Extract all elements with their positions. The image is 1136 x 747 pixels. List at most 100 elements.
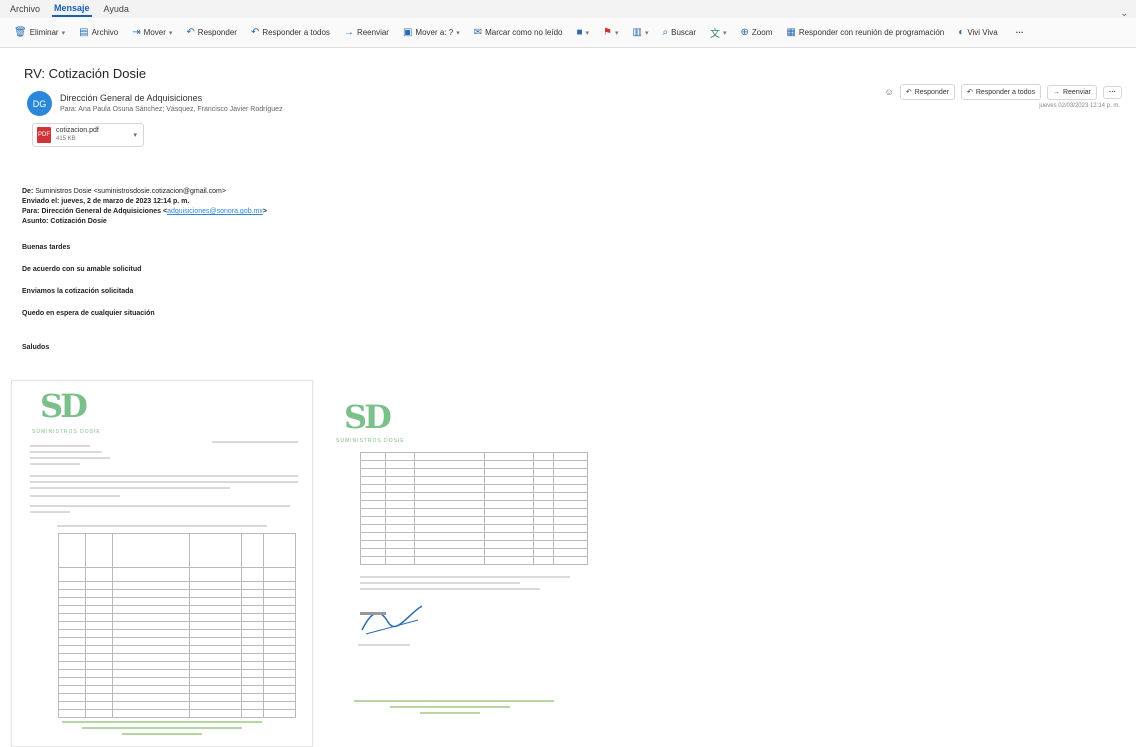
forward-icon: → <box>343 27 354 38</box>
more-options-button[interactable]: ··· <box>1012 26 1028 39</box>
ribbon-collapse-button[interactable]: ⌄ <box>1120 8 1128 19</box>
signature-image <box>360 605 423 635</box>
menu-archivo[interactable]: Archivo <box>8 2 42 16</box>
footer-line <box>390 706 510 708</box>
delete-label: Eliminar <box>29 28 59 37</box>
search-label: Buscar <box>671 28 697 37</box>
insights-icon: ◐ <box>958 27 965 38</box>
table-title-line <box>57 525 267 527</box>
attachment-size: 415 KB <box>56 136 76 142</box>
forward-action-button[interactable]: → Reenviar <box>1046 84 1097 100</box>
company-logo-text: SUMINISTROS DOSIE <box>32 429 101 435</box>
emoji-reaction-icon[interactable]: ☺ <box>885 87 894 97</box>
calendar-reply-icon: ▦ <box>786 27 796 38</box>
company-logo-text: SUMINISTROS DOSIE <box>336 438 405 444</box>
flag-icon: ⚑ <box>603 27 613 38</box>
reply-meeting-button[interactable]: ▦ Responder con reunión de programación <box>782 25 948 40</box>
move-label: Mover <box>143 28 166 37</box>
move-button[interactable]: ⇥ Mover ▾ <box>128 25 176 40</box>
reply-icon: ↶ <box>905 89 912 96</box>
forward-label: Reenviar <box>356 28 389 37</box>
to-email-link[interactable]: adquisiciones@sonora.gob.mx <box>167 208 263 215</box>
footer-line <box>82 727 242 729</box>
forward-icon: → <box>1052 88 1060 96</box>
pin-button[interactable]: ▥ ▾ <box>629 25 653 40</box>
footer-line <box>122 733 202 735</box>
zoom-button[interactable]: ⊕ Zoom <box>737 25 777 40</box>
mark-unread-button[interactable]: ✉ Marcar como no leído <box>470 25 567 40</box>
archive-icon: ▤ <box>79 27 89 38</box>
recipients-line: Para: Ana Paula Osuna Sánchez; Vásquez, … <box>60 106 283 113</box>
greeting: Buenas tardes <box>22 244 71 251</box>
chevron-down-icon: ▾ <box>644 29 649 37</box>
quote-table-continued <box>360 452 588 565</box>
zoom-icon: ⊕ <box>740 27 749 38</box>
more-actions-button[interactable]: ··· <box>1103 85 1122 99</box>
move-icon: ⇥ <box>132 27 141 38</box>
from-line: De: Suministros Dosie <suministrosdosie.… <box>22 187 226 197</box>
from-label: De: <box>22 188 34 195</box>
search-button[interactable]: ⌕ Buscar <box>659 25 701 40</box>
message-actions: ☺ ↶ Responder ↶ Responder a todos → Reenvia… <box>885 84 1122 100</box>
menu-ayuda[interactable]: Ayuda <box>102 2 131 16</box>
archive-label: Archivo <box>91 28 119 37</box>
sender-name[interactable]: Dirección General de Adquisiciones <box>60 93 202 103</box>
company-logo: SD <box>344 398 392 436</box>
text-line <box>30 495 120 497</box>
reply-all-label: Responder a todos <box>262 28 330 37</box>
subject-line: Asunto: Cotización Dosie <box>22 217 107 227</box>
reply-all-action-label: Responder a todos <box>975 88 1035 96</box>
reply-button[interactable]: ↶ Responder <box>182 25 241 40</box>
reply-all-action-button[interactable]: ↶ Responder a todos <box>960 84 1041 100</box>
footer-line <box>354 700 554 702</box>
sent-value: jueves, 2 de marzo de 2023 12:14 p. m. <box>61 198 190 205</box>
to-label: Para: <box>22 208 40 215</box>
text-line <box>30 487 230 489</box>
search-icon: ⌕ <box>662 27 669 38</box>
reply-all-icon: ↶ <box>966 89 973 96</box>
reply-action-button[interactable]: ↶ Responder <box>899 84 955 100</box>
zoom-label: Zoom <box>751 28 773 37</box>
text-line <box>360 582 520 584</box>
forward-button[interactable]: → Reenviar <box>340 25 393 40</box>
flag-button[interactable]: ⚑ ▾ <box>599 25 622 40</box>
address-line <box>30 463 80 465</box>
body-line-3: Quedo en espera de cualquier situación <box>22 310 155 317</box>
to-tail: > <box>262 208 267 215</box>
sent-label: Enviado el: <box>22 198 60 205</box>
menu-mensaje[interactable]: Mensaje <box>52 1 92 17</box>
insights-button[interactable]: ◐ Vivi Viva <box>954 25 1001 40</box>
address-line <box>30 451 102 453</box>
attachment-name: cotizacion.pdf <box>56 127 99 134</box>
text-line <box>30 511 70 513</box>
reply-action-label: Responder <box>914 88 949 96</box>
trash-icon: 🗑 <box>14 27 27 38</box>
categorize-button[interactable]: ■ ▾ <box>572 25 593 40</box>
quote-page-2: SD SUMINISTROS DOSIE <box>330 380 602 725</box>
message-subject: RV: Cotización Dosie <box>24 66 147 81</box>
move-to-button[interactable]: ▣ Mover a: ? ▾ <box>399 25 464 40</box>
text-line <box>358 644 410 646</box>
chevron-down-icon[interactable]: ▾ <box>133 131 137 139</box>
to-line: Para: Dirección General de Adquisiciones… <box>22 207 267 217</box>
avatar[interactable]: DG <box>27 91 52 116</box>
chevron-down-icon: ▾ <box>615 29 619 37</box>
quote-table <box>57 533 296 718</box>
translate-button[interactable]: 文 ▾ <box>706 23 731 42</box>
chevron-down-icon: ▾ <box>585 29 590 37</box>
ribbon-toolbar: 🗑 Eliminar ▾ ▤ Archivo ⇥ Mover ▾ ↶ Responder ↶… <box>0 18 1136 48</box>
mark-unread-label: Marcar como no leído <box>485 28 563 37</box>
body-line-2: Enviamos la cotización solicitada <box>22 288 134 295</box>
folder-move-icon: ▣ <box>402 27 413 38</box>
delete-button[interactable]: 🗑 Eliminar ▾ <box>10 25 69 40</box>
to-value: Dirección General de Adquisiciones < <box>41 208 168 215</box>
archive-button[interactable]: ▤ Archivo <box>75 25 122 40</box>
attachment-card[interactable]: PDF cotizacion.pdf 415 KB ▾ <box>32 123 144 147</box>
footer-line <box>62 721 262 723</box>
insights-label: Vivi Viva <box>967 28 998 37</box>
from-value[interactable]: Suministros Dosie <suministrosdosie.coti… <box>35 188 226 195</box>
address-line <box>30 445 90 447</box>
text-line <box>30 475 298 477</box>
forward-action-label: Reenviar <box>1062 88 1091 96</box>
reply-all-button[interactable]: ↶ Responder a todos <box>247 25 334 40</box>
